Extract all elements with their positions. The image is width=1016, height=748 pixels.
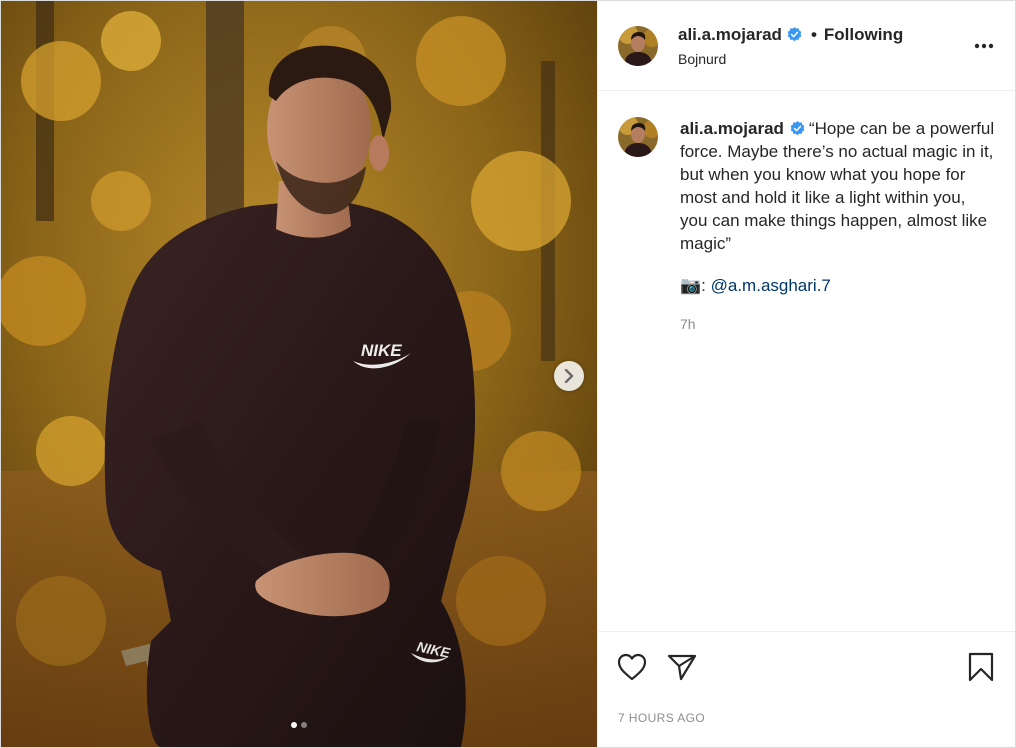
save-bookmark-icon <box>968 652 994 681</box>
post-header: ali.a.mojarad • Following Bojnurd <box>598 1 1015 91</box>
author-avatar[interactable] <box>618 25 658 66</box>
post-location[interactable]: Bojnurd <box>678 51 971 67</box>
comments-area: ali.a.mojarad “Hope can be a powerful for… <box>598 91 1015 631</box>
more-options-button[interactable] <box>971 36 997 56</box>
post-timestamp[interactable]: 7 HOURS AGO <box>598 701 1015 747</box>
save-button[interactable] <box>965 651 997 683</box>
header-name-row: ali.a.mojarad • Following <box>678 25 971 45</box>
share-direct-icon <box>667 654 697 680</box>
camera-emoji: 📷 <box>680 276 702 295</box>
caption-author-avatar[interactable] <box>618 117 658 157</box>
post-media[interactable]: NIKE NIKE <box>1 1 597 747</box>
post-details-panel: ali.a.mojarad • Following Bojnurd ali.a.… <box>597 1 1015 747</box>
share-button[interactable] <box>666 651 698 683</box>
next-slide-button[interactable] <box>554 361 584 391</box>
verified-badge-icon <box>790 121 805 136</box>
like-button[interactable] <box>616 651 648 683</box>
caption-username[interactable]: ali.a.mojarad <box>680 119 784 138</box>
author-username[interactable]: ali.a.mojarad <box>678 25 782 45</box>
next-arrow-icon <box>564 369 574 383</box>
carousel-dot-active <box>291 722 297 728</box>
carousel-indicator <box>1 722 597 728</box>
header-info: ali.a.mojarad • Following Bojnurd <box>678 25 971 67</box>
photo-credit: 📷: @a.m.asghari.7 <box>680 276 997 296</box>
credit-separator: : <box>701 276 711 295</box>
following-button[interactable]: Following <box>824 25 903 45</box>
caption-quote: “Hope can be a powerful force. Maybe the… <box>680 119 995 253</box>
more-options-icon <box>974 43 994 48</box>
post-dialog: NIKE NIKE ali.a.mojarad • Following Bojn… <box>0 0 1016 748</box>
carousel-dot <box>301 722 307 728</box>
action-bar <box>598 631 1015 701</box>
header-separator: • <box>810 24 817 44</box>
caption-body: ali.a.mojarad “Hope can be a powerful for… <box>680 117 997 332</box>
avatar-image <box>618 117 658 157</box>
verified-badge-icon <box>787 27 802 42</box>
caption-text: ali.a.mojarad “Hope can be a powerful for… <box>680 117 997 255</box>
avatar-image <box>618 25 658 66</box>
credit-mention-link[interactable]: @a.m.asghari.7 <box>711 276 831 295</box>
like-heart-icon <box>617 653 647 680</box>
brand-logo-text: NIKE <box>361 341 402 360</box>
post-photo: NIKE NIKE <box>1 1 597 747</box>
caption-time-ago[interactable]: 7h <box>680 316 997 332</box>
caption-block: ali.a.mojarad “Hope can be a powerful for… <box>618 117 997 332</box>
